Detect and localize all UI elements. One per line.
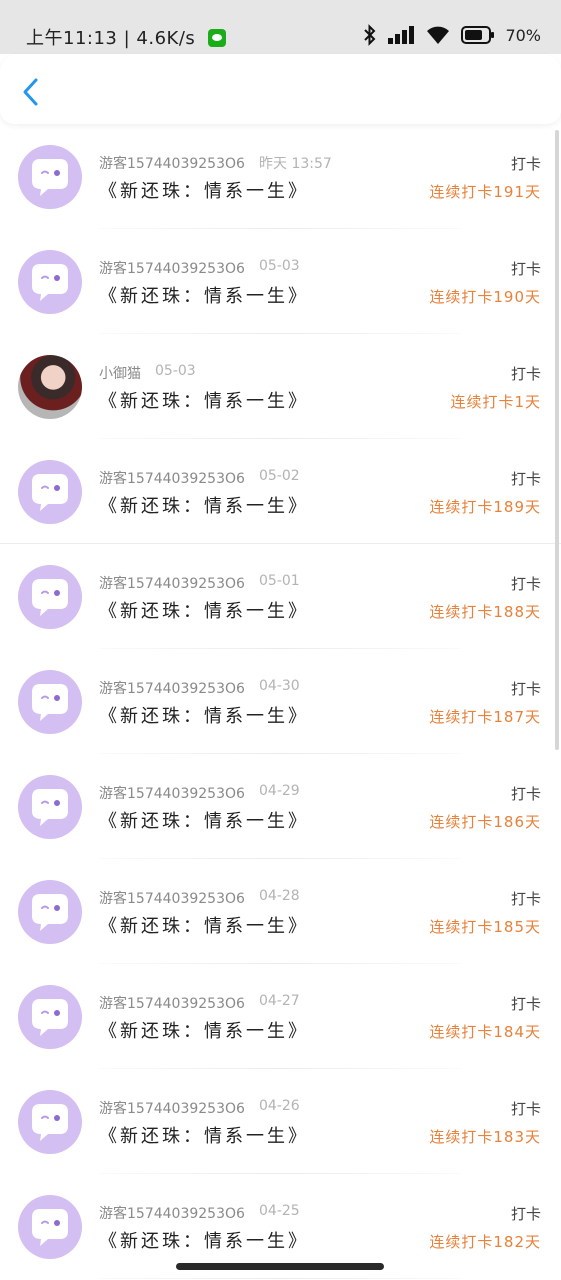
drama-title[interactable]: 《新还珠：情系一生》 xyxy=(99,1227,309,1253)
checkin-label: 打卡 xyxy=(510,575,541,593)
status-bar: 上午11:13 | 4.6K/s 70% xyxy=(0,0,561,54)
status-right: 70% xyxy=(363,22,541,48)
post-time: 04-26 xyxy=(259,1098,300,1114)
user-name[interactable]: 游客15744039253O6 xyxy=(99,153,245,173)
checkin-label: 打卡 xyxy=(510,470,541,488)
checkin-label: 打卡 xyxy=(510,890,541,908)
status-left: 上午11:13 | 4.6K/s xyxy=(26,24,226,50)
list-item[interactable]: 游客15744039253O6 昨天 13:57 《新还珠：情系一生》 打卡连续打卡1… xyxy=(0,124,561,229)
streak-label: 连续打卡186天 xyxy=(429,813,541,831)
wifi-icon xyxy=(427,26,450,44)
chat-bubble-avatar-icon[interactable] xyxy=(18,985,82,1049)
drama-title[interactable]: 《新还珠：情系一生》 xyxy=(99,1122,309,1148)
post-time: 04-29 xyxy=(259,783,300,799)
streak-label: 连续打卡182天 xyxy=(429,1233,541,1251)
avatar[interactable] xyxy=(18,355,82,419)
user-name[interactable]: 游客15744039253O6 xyxy=(99,1203,245,1223)
checkin-label: 打卡 xyxy=(510,680,541,698)
post-time: 04-25 xyxy=(259,1203,300,1219)
drama-title[interactable]: 《新还珠：情系一生》 xyxy=(99,702,309,728)
chat-bubble-avatar-icon[interactable] xyxy=(18,460,82,524)
drama-title[interactable]: 《新还珠：情系一生》 xyxy=(99,387,309,413)
chat-bubble-avatar-icon[interactable] xyxy=(18,880,82,944)
user-name[interactable]: 游客15744039253O6 xyxy=(99,258,245,278)
user-name[interactable]: 游客15744039253O6 xyxy=(99,993,245,1013)
user-name[interactable]: 游客15744039253O6 xyxy=(99,888,245,908)
drama-title[interactable]: 《新还珠：情系一生》 xyxy=(99,912,309,938)
post-time: 05-03 xyxy=(155,363,196,379)
list-item[interactable]: 游客15744039253O6 05-03 《新还珠：情系一生》 打卡连续打卡190天 xyxy=(0,229,561,334)
home-indicator[interactable] xyxy=(176,1263,384,1270)
list-item[interactable]: 小御猫 05-03 《新还珠：情系一生》 打卡连续打卡1天 xyxy=(0,334,561,439)
checkin-label: 打卡 xyxy=(510,155,541,173)
drama-title[interactable]: 《新还珠：情系一生》 xyxy=(99,807,309,833)
streak-label: 连续打卡191天 xyxy=(429,183,541,201)
list-item[interactable]: 游客15744039253O6 04-26 《新还珠：情系一生》 打卡连续打卡183天 xyxy=(0,1069,561,1174)
checkin-label: 打卡 xyxy=(510,365,541,383)
checkin-label: 打卡 xyxy=(510,995,541,1013)
chat-bubble-avatar-icon[interactable] xyxy=(18,250,82,314)
list-item[interactable]: 游客15744039253O6 04-30 《新还珠：情系一生》 打卡连续打卡187天 xyxy=(0,649,561,754)
streak-label: 连续打卡184天 xyxy=(429,1023,541,1041)
chat-bubble-avatar-icon[interactable] xyxy=(18,775,82,839)
chat-bubble-avatar-icon[interactable] xyxy=(18,1195,82,1259)
status-time: 上午11:13 xyxy=(26,28,118,49)
post-time: 05-01 xyxy=(259,573,300,589)
streak-label: 连续打卡189天 xyxy=(429,498,541,516)
battery-icon xyxy=(461,26,495,44)
checkin-label: 打卡 xyxy=(510,1205,541,1223)
user-name[interactable]: 游客15744039253O6 xyxy=(99,573,245,593)
streak-label: 连续打卡183天 xyxy=(429,1128,541,1146)
list-item[interactable]: 游客15744039253O6 05-01 《新还珠：情系一生》 打卡连续打卡188天 xyxy=(0,544,561,649)
checkin-label: 打卡 xyxy=(510,260,541,278)
post-time: 04-27 xyxy=(259,993,300,1009)
list-item[interactable]: 游客15744039253O6 04-29 《新还珠：情系一生》 打卡连续打卡186天 xyxy=(0,754,561,859)
streak-label: 连续打卡190天 xyxy=(429,288,541,306)
post-time: 昨天 13:57 xyxy=(259,156,332,172)
list-item[interactable]: 游客15744039253O6 04-27 《新还珠：情系一生》 打卡连续打卡184天 xyxy=(0,964,561,1069)
drama-title[interactable]: 《新还珠：情系一生》 xyxy=(99,177,309,203)
signal-icon xyxy=(388,26,415,44)
user-name[interactable]: 游客15744039253O6 xyxy=(99,1098,245,1118)
chat-bubble-avatar-icon[interactable] xyxy=(18,145,82,209)
streak-label: 连续打卡187天 xyxy=(429,708,541,726)
drama-title[interactable]: 《新还珠：情系一生》 xyxy=(99,282,309,308)
drama-title[interactable]: 《新还珠：情系一生》 xyxy=(99,597,309,623)
streak-label: 连续打卡188天 xyxy=(429,603,541,621)
battery-percent: 70% xyxy=(505,25,541,45)
drama-title[interactable]: 《新还珠：情系一生》 xyxy=(99,492,309,518)
net-speed: 4.6K/s xyxy=(136,28,196,49)
checkin-label: 打卡 xyxy=(510,1100,541,1118)
streak-label: 连续打卡185天 xyxy=(429,918,541,936)
post-time: 05-03 xyxy=(259,258,300,274)
checkin-list: 游客15744039253O6 昨天 13:57 《新还珠：情系一生》 打卡 连续打卡1… xyxy=(0,124,561,1280)
drama-title[interactable]: 《新还珠：情系一生》 xyxy=(99,1017,309,1043)
streak-label: 连续打卡1天 xyxy=(450,393,541,411)
user-name[interactable]: 游客15744039253O6 xyxy=(99,783,245,803)
wechat-icon xyxy=(207,29,226,47)
checkin-label: 打卡 xyxy=(510,785,541,803)
row-divider xyxy=(99,1278,461,1279)
list-item[interactable]: 游客15744039253O6 05-02 《新还珠：情系一生》 打卡连续打卡189天 xyxy=(0,439,561,544)
top-navigation-bar xyxy=(0,54,561,124)
list-item[interactable]: 游客15744039253O6 04-28 《新还珠：情系一生》 打卡连续打卡185天 xyxy=(0,859,561,964)
chat-bubble-avatar-icon[interactable] xyxy=(18,670,82,734)
chat-bubble-avatar-icon[interactable] xyxy=(18,1090,82,1154)
post-time: 04-28 xyxy=(259,888,300,904)
post-time: 04-30 xyxy=(259,678,300,694)
user-name[interactable]: 小御猫 xyxy=(99,363,141,383)
scrollbar[interactable] xyxy=(555,130,559,750)
user-name[interactable]: 游客15744039253O6 xyxy=(99,678,245,698)
bluetooth-icon xyxy=(364,24,376,46)
back-arrow-icon[interactable] xyxy=(18,76,46,108)
user-name[interactable]: 游客15744039253O6 xyxy=(99,468,245,488)
chat-bubble-avatar-icon[interactable] xyxy=(18,565,82,629)
post-time: 05-02 xyxy=(259,468,300,484)
